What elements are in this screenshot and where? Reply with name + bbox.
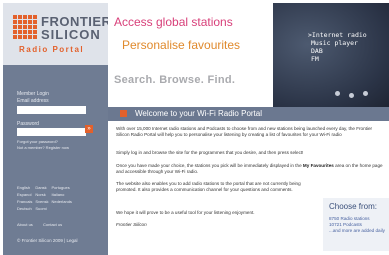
welcome-header: Welcome to your Wi-Fi Radio Portal	[108, 107, 389, 121]
language-list: English Dansk Portugues Espanol Norsk It…	[17, 185, 107, 211]
contact-us-link[interactable]: Contact us	[43, 222, 62, 227]
language-link[interactable]: English	[17, 185, 32, 190]
features-paragraph: The website also enables you to add radi…	[116, 181, 301, 192]
forgot-password-link[interactable]: Forgot your password?	[17, 139, 58, 144]
podcasts-count-link[interactable]: 10721 Podcasts	[329, 222, 362, 227]
display-menu-item: DAB	[311, 47, 323, 55]
about-us-link[interactable]: About us	[17, 222, 33, 227]
frontier-grid-icon	[13, 15, 37, 39]
welcome-title: Welcome to your Wi-Fi Radio Portal	[135, 109, 262, 118]
headline-access-stations: Access global stations	[114, 15, 233, 29]
more-added-text: ...and more are added daily	[329, 228, 385, 233]
knob-icon	[335, 91, 340, 96]
display-menu-item: Music player	[311, 39, 358, 47]
login-button[interactable]: »	[85, 125, 93, 133]
headline-search-browse: Search. Browse. Find.	[114, 74, 236, 86]
member-login-label: Member Login	[17, 91, 49, 97]
stations-count-link[interactable]: 8750 Radio stations	[329, 216, 370, 221]
email-label: Email address	[17, 98, 49, 104]
choose-from-title: Choose from:	[329, 202, 378, 211]
language-link[interactable]: Dansk	[35, 185, 48, 190]
my-favourites-link[interactable]: My Favourites	[303, 163, 334, 168]
language-link[interactable]: Norsk	[35, 192, 48, 197]
choose-from-box: Choose from: 8750 Radio stations 10721 P…	[323, 198, 389, 251]
language-link[interactable]: Italiano	[51, 192, 71, 197]
language-link[interactable]: Suomi	[35, 206, 48, 211]
language-link[interactable]: Portugues	[51, 185, 71, 190]
knob-icon	[363, 91, 368, 96]
language-link[interactable]: Deutsch	[17, 206, 32, 211]
register-link[interactable]: Not a member? Register now	[17, 145, 69, 150]
password-label: Password	[17, 121, 39, 127]
headline-personalise: Personalise favourites	[122, 38, 241, 52]
radio-display-image	[273, 3, 389, 107]
intro-paragraph: With over 15,000 Internet radio stations…	[116, 126, 373, 137]
language-link[interactable]: Francais	[17, 199, 32, 204]
square-bullet-icon	[120, 110, 127, 117]
display-menu-item: FM	[311, 55, 319, 63]
copyright-text: © Frontier Silicon 2009 | Legal	[17, 238, 78, 243]
signature: Frontier Silicon	[116, 222, 147, 227]
email-field[interactable]	[17, 106, 86, 114]
language-link[interactable]: Nederlands	[51, 199, 71, 204]
instructions-paragraph: Simply log in and browse the site for th…	[116, 150, 304, 155]
sidebar: FRONTIER SILICON Radio Portal Member Log…	[3, 3, 111, 255]
closing-paragraph: We hope it will prove to be a useful too…	[116, 210, 255, 215]
display-menu-item: >Internet radio	[308, 31, 367, 39]
hero-banner: Access global stations Personalise favou…	[108, 3, 389, 107]
favourites-paragraph: Once you have made your choice, the stat…	[116, 163, 383, 174]
brand-logo[interactable]: FRONTIER SILICON Radio Portal	[3, 3, 111, 65]
password-field[interactable]	[17, 128, 86, 136]
language-link[interactable]: Espanol	[17, 192, 32, 197]
brand-tagline: Radio Portal	[19, 45, 85, 54]
language-link[interactable]: Svensk	[35, 199, 48, 204]
knob-icon	[349, 93, 354, 98]
brand-name-line2: SILICON	[41, 27, 101, 42]
